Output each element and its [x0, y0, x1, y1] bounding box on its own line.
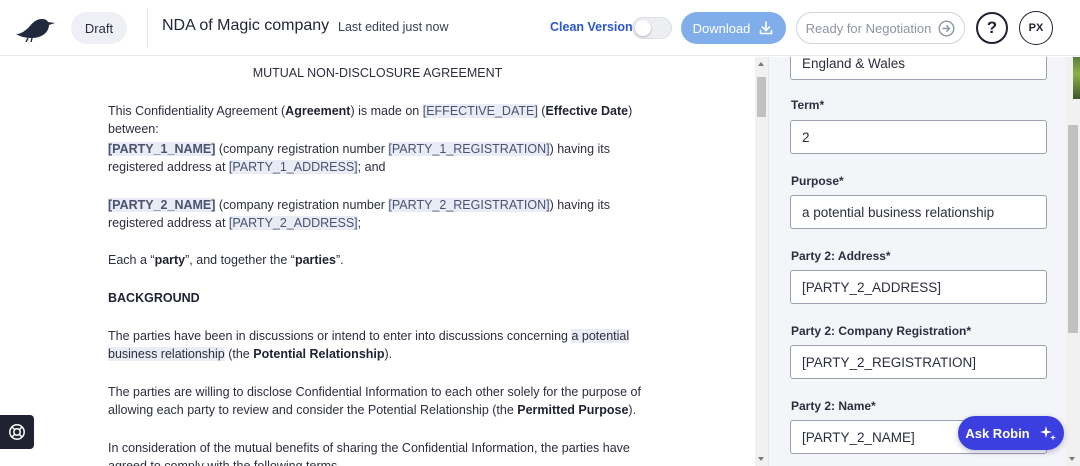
text: ;	[357, 216, 362, 230]
defined-term: Agreement	[285, 104, 351, 118]
header-divider	[147, 8, 148, 48]
text: (company registration number	[215, 142, 389, 156]
download-icon	[760, 21, 773, 35]
support-button[interactable]	[0, 415, 34, 449]
party-2-registration-label: Party 2: Company Registration*	[791, 324, 972, 338]
defined-term: party	[154, 253, 186, 267]
defined-term: Effective Date	[545, 104, 629, 118]
governing-law-field[interactable]: England & Wales	[790, 57, 1047, 80]
paragraph-intro: This Confidentiality Agreement (Agreemen…	[108, 102, 653, 138]
toggle-knob	[635, 20, 651, 36]
scroll-down-icon[interactable]	[1069, 457, 1075, 461]
placeholder-party-1-address[interactable]: [PARTY_1_ADDRESS]	[228, 160, 358, 174]
fields-panel: England & Wales Term* 2 Purpose* a poten…	[768, 57, 1066, 466]
user-avatar[interactable]: PX	[1019, 11, 1053, 45]
text: This Confidentiality Agreement (	[108, 104, 286, 118]
last-edited-text: Last edited just now	[338, 20, 449, 34]
document-heading: MUTUAL NON-DISCLOSURE AGREEMENT	[252, 66, 503, 80]
text: ).	[628, 403, 637, 417]
download-button[interactable]: Download	[681, 12, 786, 44]
placeholder-party-2-address[interactable]: [PARTY_2_ADDRESS]	[228, 216, 358, 230]
placeholder-party-1-name[interactable]: [PARTY_1_NAME]	[108, 142, 216, 156]
background-heading: BACKGROUND	[108, 291, 200, 305]
text: (the	[224, 347, 254, 361]
paragraph-party-1: [PARTY_1_NAME] (company registration num…	[108, 140, 653, 176]
text: ”, and together the “	[185, 253, 295, 267]
help-icon[interactable]: ?	[976, 12, 1008, 44]
document-scrollbar[interactable]	[755, 57, 768, 466]
top-header: Draft NDA of Magic company Last edited j…	[0, 0, 1080, 56]
status-pill[interactable]: Draft	[71, 12, 127, 44]
text: The parties have been in discussions or …	[108, 329, 572, 343]
scroll-down-icon[interactable]	[758, 457, 764, 461]
paragraph-background-2: The parties are willing to disclose Conf…	[108, 383, 653, 419]
placeholder-effective-date[interactable]: [EFFECTIVE_DATE]	[422, 104, 538, 118]
paragraph-background-1: The parties have been in discussions or …	[108, 327, 653, 363]
text: ) is made on	[350, 104, 423, 118]
scroll-up-icon[interactable]	[758, 62, 764, 66]
document-title[interactable]: NDA of Magic company	[162, 17, 329, 35]
text: ”.	[335, 253, 344, 267]
lifebuoy-icon	[9, 424, 25, 440]
text: ; and	[357, 160, 386, 174]
purpose-field[interactable]: a potential business relationship	[790, 195, 1047, 229]
panel-scroll-thumb[interactable]	[1068, 125, 1078, 333]
sparkle-icon	[1039, 426, 1056, 441]
bird-logo-icon[interactable]	[14, 14, 58, 42]
section-title: BACKGROUND	[108, 291, 200, 305]
text: In consideration of the mutual benefits …	[108, 441, 630, 466]
term-field[interactable]: 2	[790, 120, 1047, 154]
defined-term: Potential Relationship	[253, 347, 385, 361]
placeholder-party-2-registration[interactable]: [PARTY_2_REGISTRATION]	[388, 198, 550, 212]
level-meter	[1073, 57, 1080, 99]
text: ).	[384, 347, 393, 361]
placeholder-party-2-name[interactable]: [PARTY_2_NAME]	[108, 198, 216, 212]
clean-version-toggle[interactable]	[632, 17, 672, 39]
purpose-label: Purpose*	[791, 174, 844, 188]
arrow-right-circle-icon	[938, 19, 955, 37]
paragraph-parties: Each a “party”, and together the “partie…	[108, 251, 653, 269]
party-2-address-label: Party 2: Address*	[791, 249, 891, 263]
defined-term: parties	[294, 253, 336, 267]
ask-robin-button[interactable]: Ask Robin	[958, 416, 1064, 450]
paragraph-party-2: [PARTY_2_NAME] (company registration num…	[108, 196, 653, 232]
party-2-name-label: Party 2: Name*	[791, 399, 876, 413]
text: (company registration number	[215, 198, 389, 212]
party-2-address-field[interactable]: [PARTY_2_ADDRESS]	[790, 270, 1047, 304]
term-label: Term*	[791, 98, 825, 112]
document-scroll-thumb[interactable]	[757, 77, 766, 117]
placeholder-party-1-registration[interactable]: [PARTY_1_REGISTRATION]	[388, 142, 550, 156]
paragraph-consideration: In consideration of the mutual benefits …	[108, 439, 653, 466]
panel-scrollbar[interactable]	[1066, 57, 1080, 466]
negotiation-button-label: Ready for Negotiation	[805, 20, 932, 36]
party-2-registration-field[interactable]: [PARTY_2_REGISTRATION]	[790, 345, 1047, 379]
defined-term: Permitted Purpose	[517, 403, 629, 417]
document-canvas[interactable]: MUTUAL NON-DISCLOSURE AGREEMENT This Con…	[0, 57, 755, 466]
text: Each a “	[108, 253, 155, 267]
ask-robin-label: Ask Robin	[965, 425, 1030, 441]
clean-version-label[interactable]: Clean Version	[550, 20, 633, 34]
download-button-label: Download	[692, 20, 751, 36]
ready-for-negotiation-button[interactable]: Ready for Negotiation	[796, 12, 965, 44]
